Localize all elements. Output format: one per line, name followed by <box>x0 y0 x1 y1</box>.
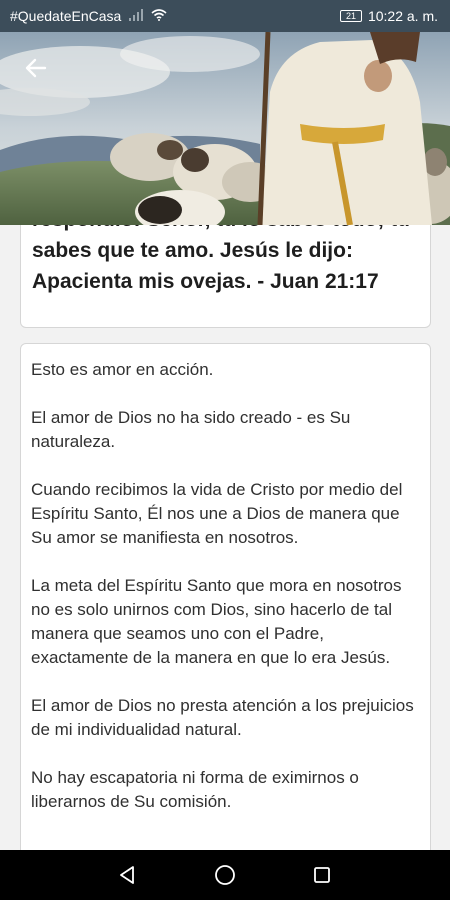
devotional-paragraph: El amor de Dios no ha sido creado - es S… <box>31 408 351 451</box>
devotional-paragraph: No hay escapatoria ni forma de eximirnos… <box>31 768 359 811</box>
status-time: 10:22 a. m. <box>367 8 438 24</box>
arrow-left-icon <box>25 58 47 78</box>
nav-recents-button[interactable] <box>302 855 342 895</box>
triangle-back-icon <box>120 866 135 884</box>
content-scroll[interactable]: respondió: Señor, tú lo sabes todo; tú s… <box>0 225 450 850</box>
nav-back-button[interactable] <box>108 855 148 895</box>
devotional-paragraph: Cuando recibimos la vida de Cristo por m… <box>31 480 403 547</box>
status-left: #QuedateEnCasa <box>10 8 167 24</box>
battery-icon: 21 <box>339 10 362 22</box>
devotional-paragraph: Esto es amor en acción. <box>31 360 214 379</box>
square-recents-icon <box>313 867 330 883</box>
status-hashtag: #QuedateEnCasa <box>10 8 122 24</box>
status-bar: #QuedateEnCasa 21 10:22 a. m. <box>0 0 450 32</box>
system-nav-bar <box>0 850 450 900</box>
shepherd-illustration <box>0 32 450 225</box>
status-right: 21 10:22 a. m. <box>339 8 438 24</box>
back-button[interactable] <box>18 50 54 86</box>
header-image <box>0 32 450 225</box>
verse-card: respondió: Señor, tú lo sabes todo; tú s… <box>20 225 431 328</box>
nav-home-button[interactable] <box>205 855 245 895</box>
signal-icon <box>129 8 144 24</box>
devotional-card: Esto es amor en acción. El amor de Dios … <box>20 343 431 850</box>
devotional-paragraph: La meta del Espíritu Santo que mora en n… <box>31 576 402 667</box>
verse-text: respondió: Señor, tú lo sabes todo; tú s… <box>32 225 410 293</box>
devotional-paragraph: El amor de Dios no presta atención a los… <box>31 696 414 739</box>
wifi-icon <box>151 8 167 24</box>
circle-home-icon <box>215 865 235 885</box>
